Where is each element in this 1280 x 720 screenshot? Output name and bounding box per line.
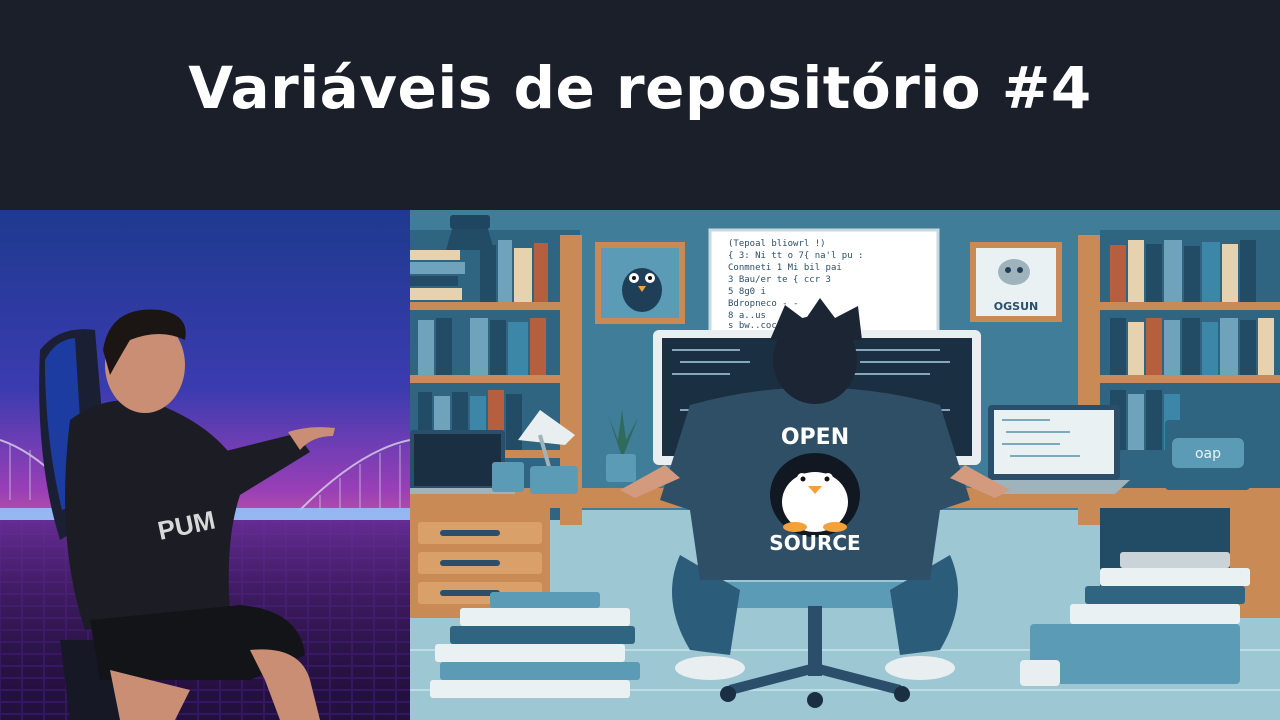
page-title: Variáveis de repositório #4 xyxy=(188,53,1092,122)
frame-caption: OGSUN xyxy=(994,300,1038,313)
streamer-photo: PUM xyxy=(0,210,410,720)
owl-icon xyxy=(595,242,685,324)
poster-line: Conmneti 1 Mi bil pai xyxy=(728,263,842,273)
laptop-right xyxy=(975,405,1130,494)
supply-box: oap xyxy=(1165,420,1250,490)
box-label: oap xyxy=(1195,446,1221,462)
poster-line: { 3: Ni tt o 7{ na'l pu : xyxy=(728,251,863,261)
poster-line: 5 8g0 i xyxy=(728,287,766,297)
shirt-text-top: OPEN xyxy=(781,425,849,450)
developer-illustration: (Tepoal bliowrl !) { 3: Ni tt o 7{ na'l … xyxy=(410,210,1280,720)
poster-line: (Tepoal bliowrl !) xyxy=(728,239,826,249)
poster-line: 3 Bau/er te { ccr 3 xyxy=(728,275,831,285)
poster-line: 8 a..us xyxy=(728,311,766,321)
mascot-frame: OGSUN xyxy=(970,242,1062,322)
header-bar: Variáveis de repositório #4 xyxy=(0,0,1280,210)
shirt-text-bottom: SOURCE xyxy=(769,531,860,555)
penguin-icon xyxy=(770,453,860,537)
lamp-icon xyxy=(446,215,494,250)
